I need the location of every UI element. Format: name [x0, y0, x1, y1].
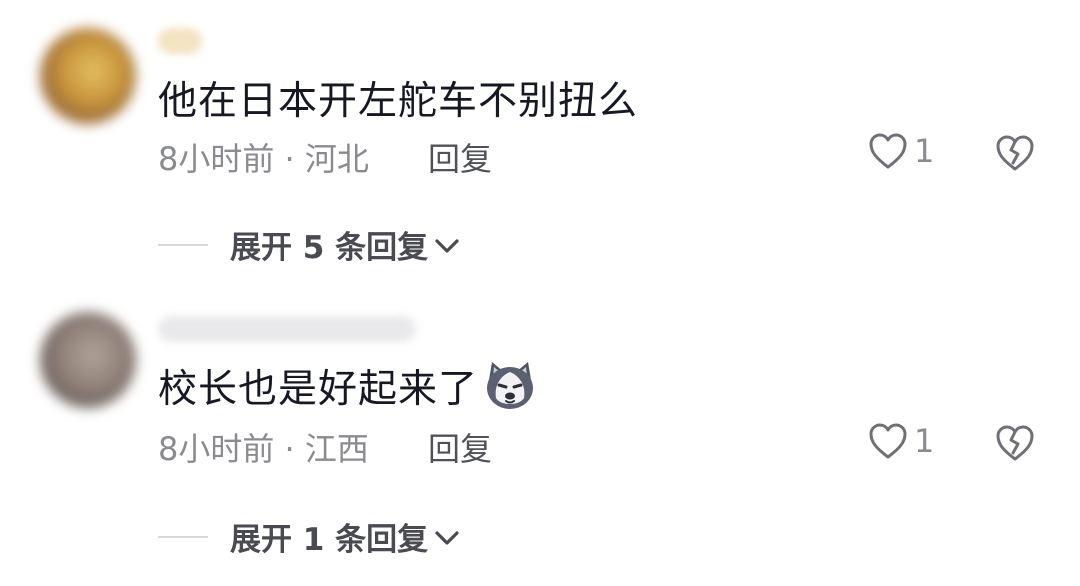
comment-text: 他在日本开左舵车不别扭么	[158, 70, 638, 126]
divider-line	[158, 535, 208, 538]
divider-line	[158, 243, 208, 246]
username-blurred[interactable]	[158, 28, 202, 54]
expand-replies-button[interactable]: 展开 5 条回复	[158, 222, 460, 267]
expand-replies-button[interactable]: 展开 1 条回复	[158, 514, 460, 559]
comment-meta: 8小时前 · 河北	[158, 140, 369, 178]
reply-button[interactable]: 回复	[428, 134, 492, 180]
comment-text-content: 校长也是好起来了	[158, 367, 479, 412]
broken-heart-icon	[994, 134, 1036, 172]
heart-outline-icon	[868, 132, 908, 170]
expand-label: 展开 1 条回复	[230, 522, 429, 558]
dislike-button[interactable]	[994, 134, 1036, 172]
username-blurred[interactable]	[158, 316, 416, 342]
heart-outline-icon	[868, 422, 908, 460]
dislike-button[interactable]	[994, 424, 1036, 462]
expand-label: 展开 5 条回复	[230, 230, 429, 266]
husky-dog-face-emoji	[482, 358, 538, 414]
like-button[interactable]: 1	[868, 132, 934, 170]
comment-text-content: 他在日本开左舵车不别扭么	[158, 79, 639, 124]
avatar[interactable]	[40, 28, 136, 124]
reply-button[interactable]: 回复	[428, 424, 492, 470]
comment-text: 校长也是好起来了	[158, 358, 538, 414]
like-button[interactable]: 1	[868, 422, 934, 460]
broken-heart-icon	[994, 424, 1036, 462]
like-count: 1	[914, 132, 935, 170]
avatar[interactable]	[40, 312, 136, 408]
chevron-down-icon	[434, 227, 460, 263]
chevron-down-icon	[434, 519, 460, 555]
comment-meta: 8小时前 · 江西	[158, 430, 369, 468]
like-count: 1	[914, 422, 935, 460]
